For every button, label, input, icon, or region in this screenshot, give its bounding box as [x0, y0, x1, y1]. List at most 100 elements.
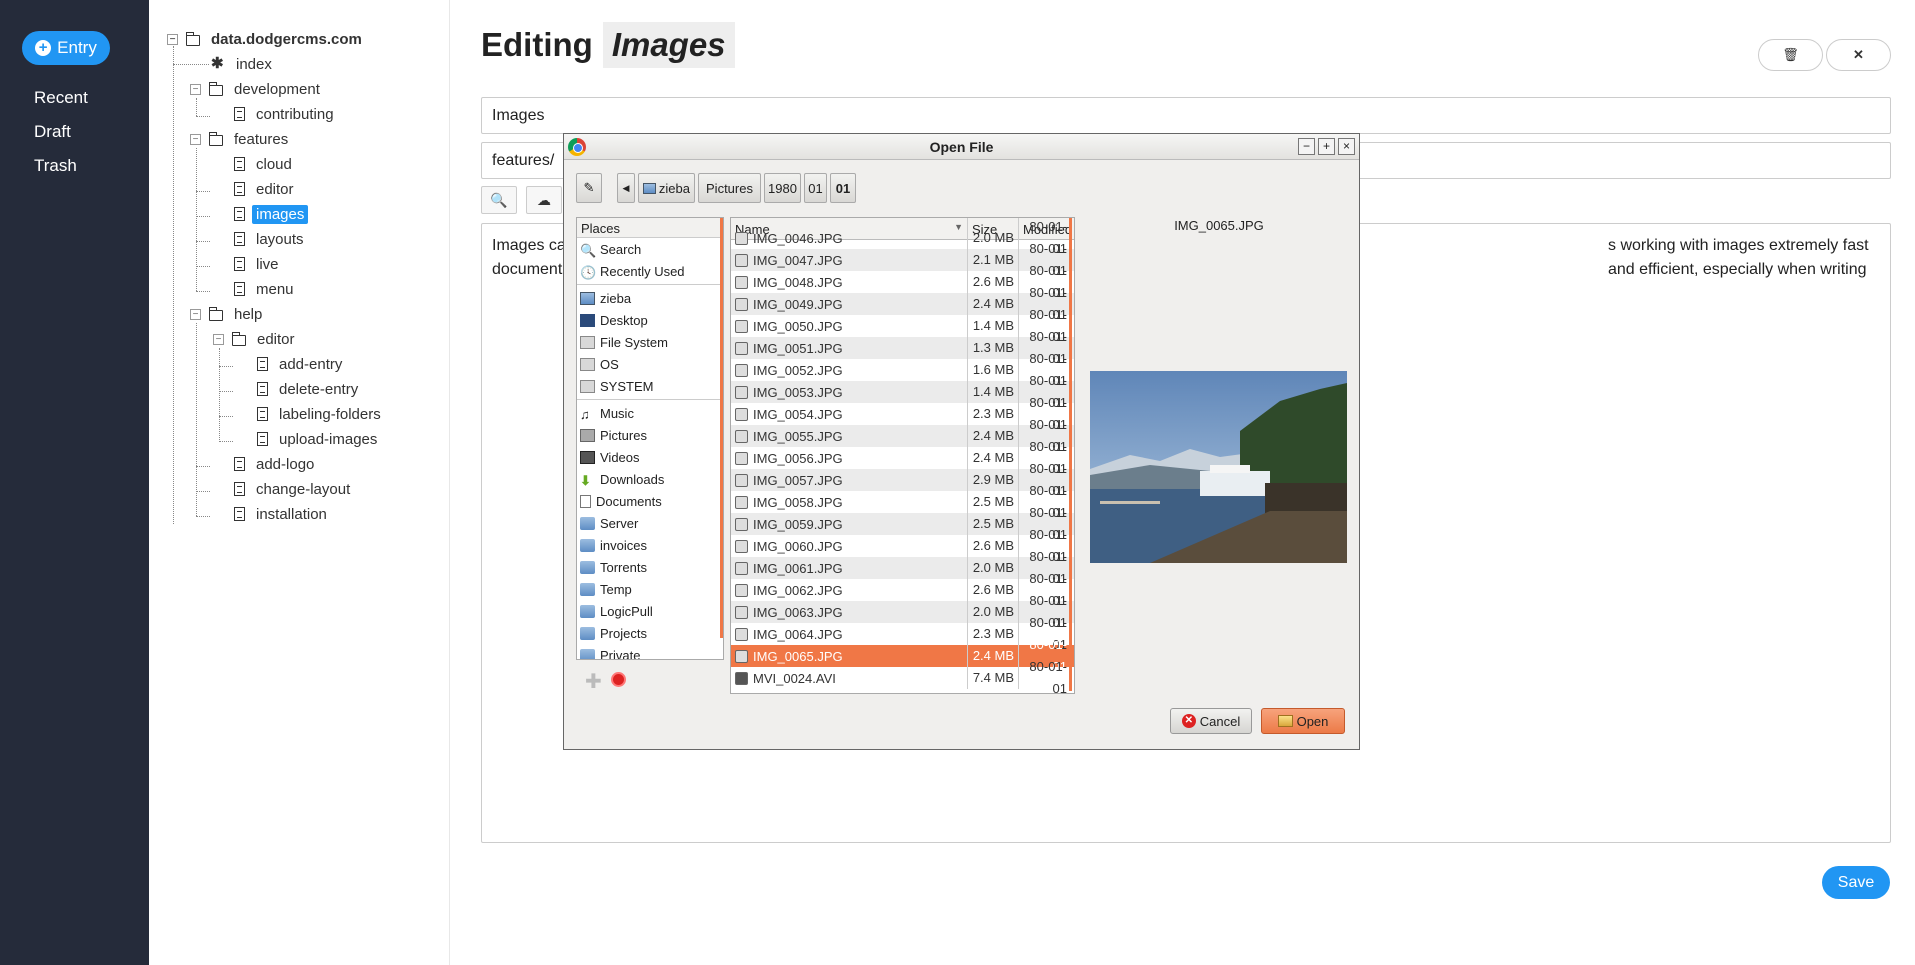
tree-item-labeling-folders[interactable]: labeling-folders: [257, 403, 385, 425]
collapse-icon[interactable]: −: [190, 308, 201, 320]
tree-item-add-entry[interactable]: add-entry: [257, 353, 346, 375]
file-icon: [234, 282, 245, 296]
image-file-icon: [735, 429, 748, 443]
nav-link-draft[interactable]: Draft: [34, 122, 71, 142]
preview-filename: IMG_0065.JPG: [1174, 218, 1264, 233]
place-file-system[interactable]: File System: [577, 331, 723, 353]
search-button[interactable]: 🔍: [481, 186, 517, 214]
place-projects[interactable]: Projects: [577, 622, 723, 644]
close-editor-button[interactable]: ✕: [1826, 39, 1891, 71]
close-dialog-button[interactable]: ×: [1338, 138, 1355, 155]
place-downloads[interactable]: ⬇ Downloads: [577, 468, 723, 490]
new-entry-button[interactable]: + Entry: [22, 31, 110, 65]
page-title: Editing Images: [481, 22, 735, 68]
tree-item-change-layout[interactable]: change-layout: [234, 478, 354, 500]
places-panel: Places 🔍 Search 🕓 Recently Used zieba Desk…: [576, 217, 724, 660]
collapse-icon[interactable]: −: [190, 83, 201, 95]
folder-icon: [208, 306, 223, 321]
drive-icon: [580, 335, 595, 349]
place-recently-used[interactable]: 🕓 Recently Used: [577, 260, 723, 282]
add-place-button[interactable]: ✚: [585, 669, 602, 694]
tree-item-images[interactable]: images: [234, 203, 309, 225]
close-icon: ✕: [1853, 47, 1864, 62]
collapse-icon[interactable]: −: [213, 333, 224, 345]
entry-title-input[interactable]: Images: [481, 97, 1891, 134]
folder-icon: [185, 31, 200, 46]
tree-item-delete-entry[interactable]: delete-entry: [257, 378, 362, 400]
path-zieba[interactable]: zieba: [638, 173, 695, 203]
folder-icon: [580, 626, 595, 640]
place-search[interactable]: 🔍 Search: [577, 238, 723, 260]
place-desktop[interactable]: Desktop: [577, 309, 723, 331]
upload-button[interactable]: ☁: [526, 186, 562, 214]
tree-folder-help-editor[interactable]: − editor: [213, 328, 299, 350]
place-documents[interactable]: Documents: [577, 490, 723, 512]
image-file-icon: [735, 319, 748, 333]
place-logicpull[interactable]: LogicPull: [577, 600, 723, 622]
place-invoices[interactable]: invoices: [577, 534, 723, 556]
place-zieba[interactable]: zieba: [577, 287, 723, 309]
save-button[interactable]: Save: [1822, 866, 1890, 899]
tree-item-layouts[interactable]: layouts: [234, 228, 308, 250]
image-file-icon: [735, 407, 748, 421]
folder-icon: [580, 538, 595, 552]
edit-location-button[interactable]: ✎: [576, 173, 602, 203]
tree-item-cloud[interactable]: cloud: [234, 153, 296, 175]
image-file-icon: [735, 649, 748, 663]
tree-item-live[interactable]: live: [234, 253, 283, 275]
image-file-icon: [735, 561, 748, 575]
place-pictures[interactable]: Pictures: [577, 424, 723, 446]
file-list: Name ▼ Size Modified IMG_0046.JPG 2.0 MB 80…: [730, 217, 1075, 694]
folder-icon: [580, 560, 595, 574]
place-server[interactable]: Server: [577, 512, 723, 534]
tree-item-add-logo[interactable]: add-logo: [234, 453, 318, 475]
dialog-titlebar[interactable]: Open File − + ×: [564, 134, 1359, 160]
image-file-icon: [735, 495, 748, 509]
clock-icon: 🕓: [580, 264, 597, 280]
tree-root[interactable]: − data.dodgercms.com: [167, 28, 366, 50]
tree-item-index[interactable]: ✱ index: [211, 53, 276, 75]
tree-item-contributing[interactable]: contributing: [234, 103, 338, 125]
tree-item-upload-images[interactable]: upload-images: [257, 428, 381, 450]
file-list-scrollbar[interactable]: [1069, 218, 1072, 691]
tree-folder-development[interactable]: − development: [190, 78, 324, 100]
tree-folder-features[interactable]: − features: [190, 128, 292, 150]
tree-item-menu[interactable]: menu: [234, 278, 298, 300]
place-os[interactable]: OS: [577, 353, 723, 375]
folder-icon: [208, 81, 223, 96]
delete-entry-button[interactable]: 🗑: [1758, 39, 1823, 71]
maximize-button[interactable]: +: [1318, 138, 1335, 155]
tree-item-editor[interactable]: editor: [234, 178, 298, 200]
file-icon: [234, 107, 245, 121]
path-back-button[interactable]: ◀: [617, 173, 635, 203]
arrow-left-icon: ◀: [622, 182, 630, 193]
tree-folder-help[interactable]: − help: [190, 303, 266, 325]
path-text: features/: [492, 152, 555, 169]
nav-link-trash[interactable]: Trash: [34, 156, 77, 176]
tree-item-installation[interactable]: installation: [234, 503, 331, 525]
place-system[interactable]: SYSTEM: [577, 375, 723, 397]
place-music[interactable]: ♫ Music: [577, 402, 723, 424]
minimize-button[interactable]: −: [1298, 138, 1315, 155]
path-01-current[interactable]: 01: [830, 173, 856, 203]
cancel-button[interactable]: ✕ Cancel: [1170, 708, 1252, 734]
path-pictures[interactable]: Pictures: [698, 173, 761, 203]
places-scrollbar[interactable]: [720, 218, 723, 638]
collapse-icon[interactable]: −: [167, 33, 178, 45]
nav-link-recent[interactable]: Recent: [34, 88, 88, 108]
home-folder-icon: [580, 291, 595, 305]
desktop-icon: [580, 313, 595, 327]
home-folder-icon: [643, 182, 656, 194]
path-1980[interactable]: 1980: [764, 173, 801, 203]
place-temp[interactable]: Temp: [577, 578, 723, 600]
place-torrents[interactable]: Torrents: [577, 556, 723, 578]
path-01[interactable]: 01: [804, 173, 827, 203]
remove-place-button[interactable]: [611, 672, 626, 687]
place-videos[interactable]: Videos: [577, 446, 723, 468]
folder-icon: [580, 604, 595, 618]
open-button[interactable]: Open: [1261, 708, 1345, 734]
collapse-icon[interactable]: −: [190, 133, 201, 145]
cloud-upload-icon: ☁: [537, 191, 551, 208]
place-private[interactable]: Private: [577, 644, 723, 659]
file-row[interactable]: MVI_0024.AVI 7.4 MB 80-01-01: [731, 659, 1074, 693]
